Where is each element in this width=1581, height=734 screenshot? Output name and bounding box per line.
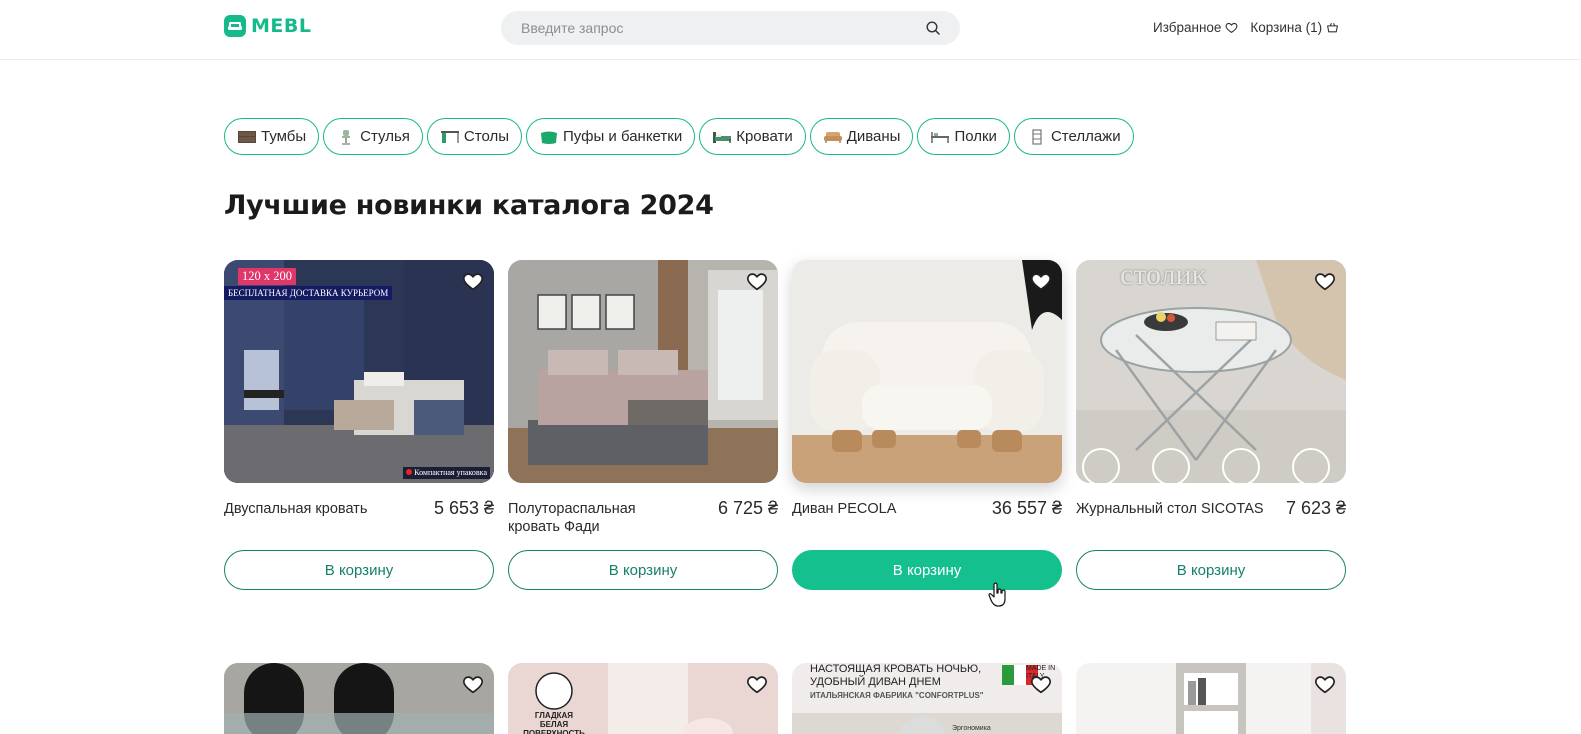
sofa-icon: [823, 131, 842, 143]
bedroom-photo: [508, 260, 778, 483]
category-nightstands[interactable]: Тумбы: [224, 118, 320, 155]
overlay-text: столик: [1120, 260, 1207, 291]
favorite-button[interactable]: [462, 673, 484, 695]
coffee-table-photo: [1076, 260, 1346, 483]
product-price: 7 623 ₴: [1285, 498, 1346, 518]
category-label: Пуфы и банкетки: [563, 128, 683, 145]
category-poufs[interactable]: Пуфы и банкетки: [526, 118, 696, 155]
category-label: Диваны: [846, 128, 901, 145]
favorite-button[interactable]: [1030, 270, 1052, 292]
overlay-text: ГЛАДКАЯ БЕЛАЯ ПОВЕРХНОСТЬ: [523, 711, 585, 734]
product-image[interactable]: НАСТОЯЩАЯ КРОВАТЬ НОЧЬЮ, УДОБНЫЙ ДИВАН Д…: [792, 663, 1062, 734]
category-shelves[interactable]: Полки: [917, 118, 1010, 155]
overlay-text: НАСТОЯЩАЯ КРОВАТЬ НОЧЬЮ, УДОБНЫЙ ДИВАН Д…: [810, 663, 1020, 689]
category-label: Кровати: [736, 128, 793, 145]
category-list: Тумбы Стулья Столы Пуфы и банкетки Крова…: [224, 118, 1134, 155]
red-dot-icon: [406, 469, 413, 475]
heart-icon: [747, 676, 767, 694]
category-label: Столы: [463, 128, 509, 145]
header: MEBL Избранное Корзина (1): [0, 0, 1581, 60]
favorite-button[interactable]: [746, 270, 768, 292]
product-image[interactable]: [1076, 663, 1346, 734]
search-icon[interactable]: [926, 21, 940, 35]
category-label: Стулья: [360, 128, 410, 145]
cart-label: Корзина (1): [1250, 20, 1323, 35]
product-image[interactable]: столик: [1076, 260, 1346, 483]
category-chairs[interactable]: Стулья: [323, 118, 423, 155]
sofa-logo-icon: [224, 15, 246, 37]
logo[interactable]: MEBL: [224, 15, 311, 37]
heart-icon: [463, 676, 483, 694]
favorite-button[interactable]: [746, 673, 768, 695]
overlay-headline: НАСТОЯЩАЯ КРОВАТЬ НОЧЬЮ, УДОБНЫЙ ДИВАН Д…: [810, 663, 982, 688]
product-name[interactable]: Диван PECOLA: [792, 500, 972, 518]
category-tables[interactable]: Столы: [426, 118, 522, 155]
delivery-badge: БЕСПЛАТНАЯ ДОСТАВКА КУРЬЕРОМ: [224, 286, 393, 300]
table-icon: [440, 130, 459, 143]
favorite-button[interactable]: [462, 270, 484, 292]
chair-icon: [342, 129, 351, 145]
product-price: 5 653 ₴: [433, 498, 494, 518]
bed-icon: [713, 131, 732, 143]
category-sofas[interactable]: Диваны: [809, 118, 914, 155]
favorite-button[interactable]: [1314, 270, 1336, 292]
pouf-icon: [541, 131, 557, 144]
heart-icon: [1315, 273, 1335, 291]
product-image[interactable]: ГЛАДКАЯ БЕЛАЯ ПОВЕРХНОСТЬ: [508, 663, 778, 734]
favorite-button[interactable]: [1030, 673, 1052, 695]
category-label: Стеллажи: [1050, 128, 1121, 145]
sofa-photo: [792, 260, 1062, 483]
basket-icon: [1327, 22, 1339, 33]
rack-icon: [1032, 128, 1042, 145]
add-to-cart-button[interactable]: В корзину: [224, 550, 494, 590]
heart-icon: [747, 273, 767, 291]
product-image[interactable]: [508, 260, 778, 483]
add-to-cart-button[interactable]: В корзину: [508, 550, 778, 590]
add-to-cart-button[interactable]: В корзину: [792, 550, 1062, 590]
pack-badge: Компактная упаковка: [403, 467, 490, 479]
logo-text: MEBL: [251, 15, 312, 37]
product-name[interactable]: Полутораспальная кровать Фади: [508, 500, 688, 536]
header-links: Избранное Корзина (1): [1153, 20, 1339, 35]
shelf-icon: [931, 131, 950, 143]
product-image[interactable]: 120 x 200 БЕСПЛАТНАЯ ДОСТАВКА КУРЬЕРОМ К…: [224, 260, 494, 483]
heart-icon: [1315, 676, 1335, 694]
product-name[interactable]: Двуспальная кровать: [224, 500, 404, 518]
category-beds[interactable]: Кровати: [699, 118, 806, 155]
section-title: Лучшие новинки каталога 2024: [224, 190, 714, 221]
category-label: Полки: [954, 128, 997, 145]
nightstand-icon: [238, 130, 256, 143]
mirror-photo: [224, 663, 494, 734]
heart-icon: [1031, 676, 1051, 694]
heart-icon: [1225, 22, 1238, 34]
favorites-label: Избранное: [1153, 20, 1222, 35]
favorite-button[interactable]: [1314, 673, 1336, 695]
category-racks[interactable]: Стеллажи: [1013, 118, 1134, 155]
product-name[interactable]: Журнальный стол SICOTAS: [1076, 500, 1271, 518]
heart-icon: [463, 273, 483, 291]
favorites-link[interactable]: Избранное: [1153, 20, 1238, 35]
product-price: 36 557 ₴: [991, 498, 1062, 518]
search-input[interactable]: [521, 11, 911, 45]
cart-link[interactable]: Корзина (1): [1250, 20, 1339, 35]
size-badge: 120 x 200: [238, 268, 296, 285]
add-to-cart-button[interactable]: В корзину: [1076, 550, 1346, 590]
ergonomics-label: Эргономика посадки: [952, 725, 991, 734]
hand-cursor-icon: [988, 582, 1006, 607]
product-image[interactable]: [792, 260, 1062, 483]
product-price: 6 725 ₴: [717, 498, 778, 518]
shelf-photo: [1076, 663, 1346, 734]
overlay-subtext: ИТАЛЬЯНСКАЯ ФАБРИКА "CONFORTPLUS": [810, 691, 984, 700]
pack-badge-text: Компактная упаковка: [414, 468, 487, 477]
heart-icon: [1031, 273, 1051, 291]
category-label: Тумбы: [261, 128, 307, 145]
product-image[interactable]: [224, 663, 494, 734]
search-bar: [501, 11, 960, 45]
